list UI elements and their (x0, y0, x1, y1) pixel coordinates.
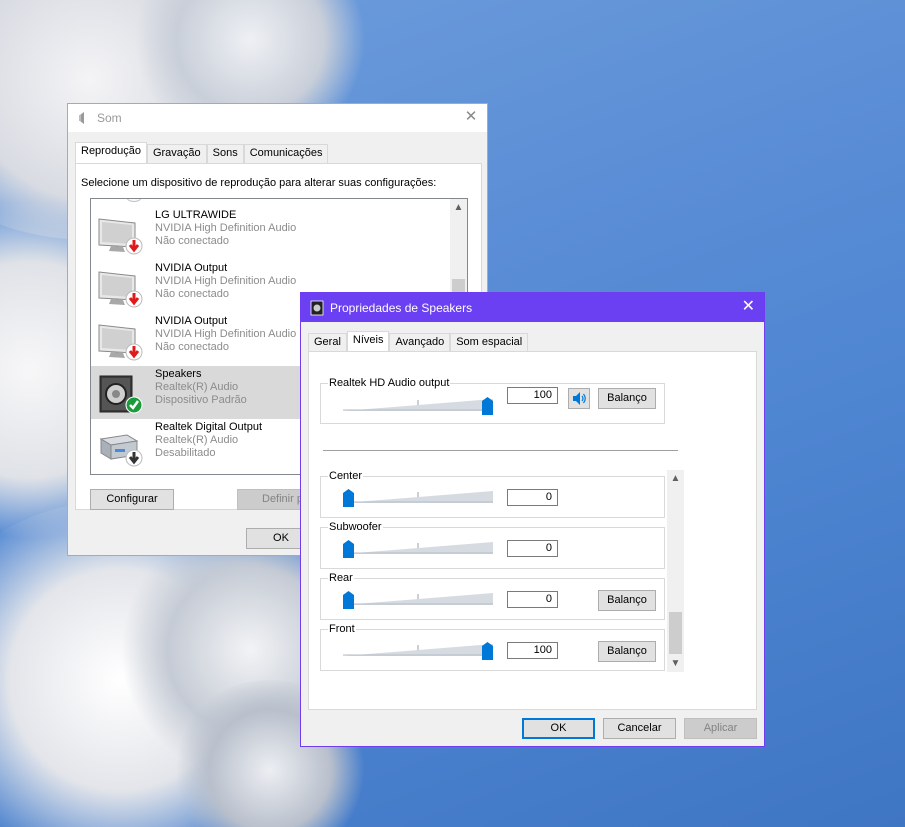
rear-balance-button[interactable]: Balanço (598, 590, 656, 611)
tab-recording[interactable]: Gravação (146, 144, 207, 164)
subwoofer-value[interactable]: 0 (507, 540, 558, 557)
tab-general[interactable]: Geral (308, 333, 347, 353)
slider-thumb[interactable] (343, 489, 354, 507)
subwoofer-label: Subwoofer (328, 521, 383, 533)
digital-output-icon (99, 434, 143, 467)
cancel-button[interactable]: Cancelar (603, 718, 676, 739)
device-status: Não conectado (155, 235, 229, 247)
speaker-app-icon (79, 112, 84, 124)
center-group: Center 0 (320, 470, 665, 518)
device-status: Não conectado (155, 341, 229, 353)
device-status: Não conectado (155, 288, 229, 300)
rear-slider[interactable] (343, 589, 495, 609)
slider-thumb[interactable] (482, 397, 493, 415)
device-name: LG ULTRAWIDE (155, 209, 237, 221)
speaker-icon (99, 375, 143, 414)
sound-tabs: Reprodução Gravação Sons Comunicações (75, 142, 329, 164)
ok-button[interactable]: OK (522, 718, 595, 739)
rear-value[interactable]: 0 (507, 591, 558, 608)
slider-thumb[interactable] (482, 642, 493, 660)
tab-playback[interactable]: Reprodução (75, 142, 147, 164)
rear-group: Rear 0 Balanço (320, 572, 665, 620)
tab-levels[interactable]: Níveis (346, 331, 390, 353)
device-status: Dispositivo Padrão (155, 394, 247, 406)
front-group: Front 100 Balanço (320, 623, 665, 671)
slider-track (343, 542, 493, 554)
slider-track (343, 399, 493, 411)
speaker-volume-icon (573, 392, 586, 405)
main-output-group: Realtek HD Audio output 100 Balanço (320, 377, 665, 424)
front-slider[interactable] (343, 640, 495, 660)
main-balance-button[interactable]: Balanço (598, 388, 656, 409)
scroll-up-icon[interactable]: ▲ (667, 470, 684, 487)
main-volume-value[interactable]: 100 (507, 387, 558, 404)
sound-dialog-title: Som (97, 111, 122, 125)
apply-button[interactable]: Aplicar (684, 718, 757, 739)
levels-panel: Realtek HD Audio output 100 Balanço Cent… (308, 351, 757, 710)
configure-button[interactable]: Configurar (90, 489, 174, 510)
tab-communications[interactable]: Comunicações (243, 144, 329, 164)
levels-scrollbar[interactable]: ▲ ▼ (667, 470, 684, 672)
properties-title: Propriedades de Speakers (330, 300, 473, 315)
front-balance-button[interactable]: Balanço (598, 641, 656, 662)
front-label: Front (328, 623, 356, 635)
main-output-label: Realtek HD Audio output (328, 377, 451, 389)
device-driver: NVIDIA High Definition Audio (155, 328, 297, 340)
device-name: Speakers (155, 368, 202, 380)
slider-thumb[interactable] (343, 540, 354, 558)
properties-tabs: Geral Níveis Avançado Som espacial (308, 331, 529, 353)
close-icon[interactable]: ✕ (742, 299, 755, 315)
device-name: Realtek Digital Output (155, 421, 262, 433)
front-value[interactable]: 100 (507, 642, 558, 659)
separator (323, 450, 678, 451)
device-name: NVIDIA Output (155, 315, 228, 327)
device-lg-ultrawide[interactable]: LG ULTRAWIDE NVIDIA High Definition Audi… (91, 207, 451, 260)
monitor-icon (98, 271, 143, 308)
partial-status-icon (127, 199, 141, 202)
mute-button[interactable] (568, 388, 590, 409)
close-icon[interactable]: ✕ (463, 109, 479, 125)
scrollbar-thumb[interactable] (669, 612, 682, 654)
device-driver: Realtek(R) Audio (155, 381, 239, 393)
slider-track (343, 593, 493, 605)
speaker-app-icon (310, 300, 324, 315)
device-name: NVIDIA Output (155, 262, 228, 274)
monitor-icon (98, 324, 143, 361)
rear-label: Rear (328, 572, 354, 584)
center-value[interactable]: 0 (507, 489, 558, 506)
speaker-properties-dialog: Propriedades de Speakers ✕ Geral Níveis … (300, 292, 765, 747)
subwoofer-group: Subwoofer 0 (320, 521, 665, 569)
device-driver: Realtek(R) Audio (155, 434, 239, 446)
slider-track (343, 491, 493, 503)
properties-titlebar: Propriedades de Speakers ✕ (301, 293, 764, 322)
tab-advanced[interactable]: Avançado (389, 333, 451, 353)
tab-spatial-sound[interactable]: Som espacial (450, 333, 529, 353)
slider-thumb[interactable] (343, 591, 354, 609)
center-slider[interactable] (343, 487, 495, 507)
device-driver: NVIDIA High Definition Audio (155, 275, 297, 287)
sound-dialog-titlebar: Som ✕ (68, 104, 487, 132)
center-label: Center (328, 470, 364, 482)
monitor-icon (98, 218, 143, 255)
playback-description: Selecione um dispositivo de reprodução p… (81, 177, 437, 189)
subwoofer-slider[interactable] (343, 538, 495, 558)
scroll-down-icon[interactable]: ▼ (667, 655, 684, 672)
scroll-up-icon[interactable]: ▲ (450, 199, 467, 216)
device-status: Desabilitado (155, 447, 216, 459)
slider-track (343, 644, 493, 656)
tab-sounds[interactable]: Sons (206, 144, 244, 164)
device-driver: NVIDIA High Definition Audio (155, 222, 297, 234)
main-volume-slider[interactable] (343, 395, 495, 415)
